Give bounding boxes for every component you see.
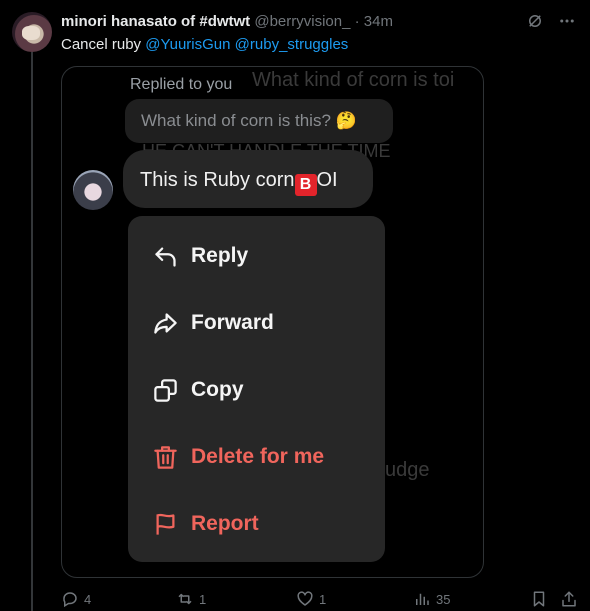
forward-arrow-icon xyxy=(154,312,177,334)
menu-item-label: Copy xyxy=(191,378,244,401)
menu-item-label: Reply xyxy=(191,244,249,267)
views-count: 35 xyxy=(436,591,451,607)
views-button[interactable]: 35 xyxy=(413,590,450,608)
tweet-text: Cancel ruby @YuurisGun @ruby_struggles xyxy=(61,36,348,54)
thinking-face-emoji: 🤔 xyxy=(335,111,357,130)
author-handle[interactable]: @berryvision_ xyxy=(254,13,350,30)
reply-arrow-icon xyxy=(155,247,176,267)
tweet-header: minori hanasato of #dwtwt @berryvision_ … xyxy=(61,13,393,31)
menu-item-label: Forward xyxy=(191,311,274,334)
tweet-text-prefix: Cancel ruby xyxy=(61,36,146,53)
thread-line xyxy=(31,52,33,611)
retweet-count: 1 xyxy=(199,591,207,607)
menu-item-reply[interactable]: Reply xyxy=(152,236,248,276)
share-icon xyxy=(562,591,576,607)
menu-item-label: Report xyxy=(191,512,259,535)
more-options-icon[interactable] xyxy=(558,12,576,30)
like-button[interactable]: 1 xyxy=(296,590,326,608)
b-button-emoji: B xyxy=(294,174,317,196)
retweet-icon xyxy=(178,593,192,605)
quoted-message-body: What kind of corn is this? xyxy=(141,111,331,130)
grok-icon[interactable] xyxy=(526,12,544,30)
tweet-time[interactable]: 34m xyxy=(364,13,393,30)
menu-item-label: Delete for me xyxy=(191,445,325,468)
message-body: This is Ruby corn xyxy=(140,169,295,191)
attached-screenshot[interactable]: What kind of corn is toi HE CAN'T HANDLE… xyxy=(61,66,484,578)
views-chart-icon xyxy=(416,593,429,605)
copy-icon xyxy=(154,378,177,402)
retweet-button[interactable]: 1 xyxy=(176,590,206,608)
reply-count: 4 xyxy=(84,591,92,607)
message-bubble: This is Ruby corn B OI xyxy=(123,150,373,208)
menu-item-forward[interactable]: Forward xyxy=(152,303,274,343)
mention-link[interactable]: @YuurisGun xyxy=(145,36,230,53)
header-icons xyxy=(526,12,576,30)
quoted-message-text: What kind of corn is this? 🤔 xyxy=(141,111,357,131)
bookmark-icon xyxy=(533,591,545,607)
separator-dot: · xyxy=(354,13,360,30)
heart-icon xyxy=(297,591,313,606)
sender-avatar xyxy=(73,170,113,210)
background-ghost-text: What kind of corn is toi xyxy=(252,69,455,91)
author-avatar[interactable] xyxy=(12,12,52,52)
background-ghost-text: udge xyxy=(385,459,430,481)
menu-item-copy[interactable]: Copy xyxy=(152,370,244,410)
message-suffix: OI xyxy=(316,169,338,191)
like-count: 1 xyxy=(319,591,327,607)
flag-icon xyxy=(156,513,175,535)
menu-item-report[interactable]: Report xyxy=(152,504,259,544)
author-name[interactable]: minori hanasato of #dwtwt xyxy=(61,13,250,30)
menu-item-delete-for-me[interactable]: Delete for me xyxy=(152,437,324,477)
reply-bubble-icon xyxy=(63,592,77,608)
message-text: This is Ruby corn B OI xyxy=(140,169,338,196)
replied-to-label: Replied to you xyxy=(130,76,233,93)
tweet-action-bar: 4 1 1 35 xyxy=(61,590,581,610)
trash-icon xyxy=(154,445,177,469)
reply-button[interactable]: 4 xyxy=(61,590,91,608)
mention-link[interactable]: @ruby_struggles xyxy=(235,36,349,53)
message-context-menu: Reply Forward Copy Delete for me Report xyxy=(128,216,385,562)
bookmark-button[interactable] xyxy=(530,590,548,608)
quoted-message-bubble: What kind of corn is this? 🤔 xyxy=(125,99,393,143)
share-button[interactable] xyxy=(560,590,578,608)
